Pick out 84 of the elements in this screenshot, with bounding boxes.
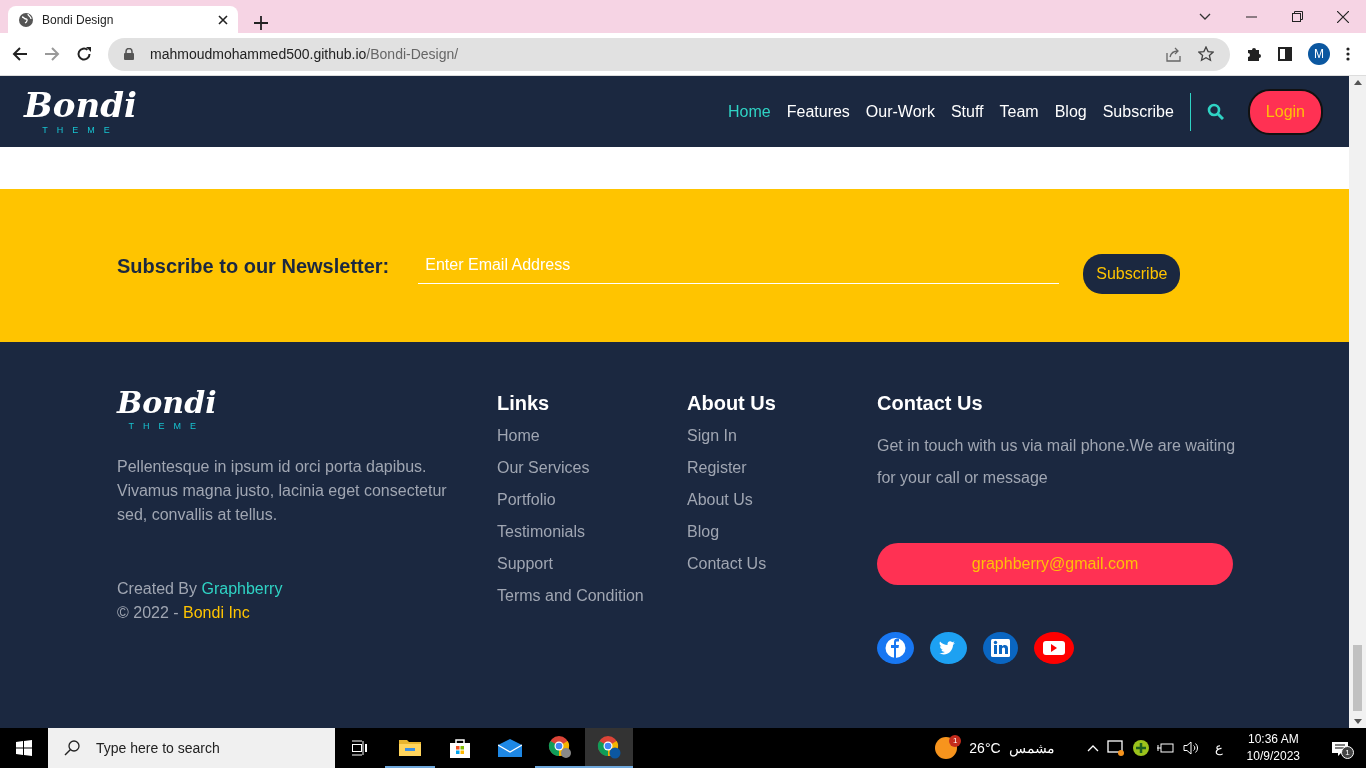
screen-icon[interactable] [1106, 740, 1125, 756]
chevron-up-icon[interactable] [1086, 744, 1099, 752]
credit-text: Created By [117, 579, 199, 599]
taskbar-search-field[interactable]: Type here to search [48, 728, 335, 768]
email-input-field[interactable]: Enter Email Address [418, 247, 1060, 284]
nav-link[interactable]: Our-Work [857, 99, 943, 124]
address-bar[interactable]: mahmoudmohammed500.github.io/Bondi-Design/ [108, 37, 1230, 71]
weather-icon[interactable] [935, 737, 958, 759]
footer-link[interactable]: Our Services [497, 452, 590, 484]
chrome-profile-icon[interactable] [597, 735, 621, 759]
tab-search-icon[interactable] [1199, 12, 1211, 21]
reload-icon[interactable] [76, 46, 92, 62]
scroll-thumb[interactable] [1353, 645, 1362, 711]
youtube-icon[interactable] [1034, 632, 1074, 664]
close-icon[interactable] [1337, 10, 1349, 23]
speaker-icon[interactable] [1182, 741, 1199, 755]
company-link[interactable]: Bondi Inc [183, 601, 250, 625]
footer-link[interactable]: Blog [687, 516, 720, 548]
restore-icon[interactable] [1291, 11, 1303, 22]
weather-badge: 1 [949, 735, 962, 747]
nav-link[interactable]: Features [778, 99, 858, 124]
footer-link[interactable]: About Us [687, 484, 753, 516]
column-heading: Links [497, 391, 551, 416]
menu-icon[interactable] [1346, 47, 1350, 61]
temperature[interactable]: 26°C [969, 737, 1001, 759]
linkedin-icon[interactable] [983, 632, 1018, 664]
task-view-icon[interactable] [351, 740, 369, 756]
nav-link[interactable]: Blog [1046, 99, 1095, 124]
column-heading: About Us [687, 391, 777, 416]
footer-link[interactable]: Portfolio [497, 484, 556, 516]
nav-link[interactable]: Home [720, 99, 779, 124]
footer-link[interactable]: Testimonials [497, 516, 586, 548]
clock-time[interactable]: 10:36 AM [1247, 731, 1299, 748]
browser-tab[interactable]: Bondi Design [8, 6, 238, 33]
nav-link[interactable]: Team [991, 99, 1047, 124]
puzzle-icon[interactable] [1246, 46, 1262, 62]
new-tab-icon[interactable] [254, 16, 268, 30]
subscribe-button[interactable]: Subscribe [1083, 253, 1181, 294]
url-text: mahmoudmohammed500.github.io/Bondi-Design/ [150, 44, 460, 64]
minimize-icon[interactable] [1245, 15, 1257, 18]
profile-avatar[interactable]: M [1308, 43, 1330, 65]
footer-link[interactable]: Contact Us [687, 548, 767, 580]
close-icon[interactable] [218, 14, 228, 25]
graphberry-link[interactable]: Graphberry [201, 577, 283, 601]
scroll-up-icon[interactable] [1353, 80, 1362, 85]
lock-icon [124, 48, 134, 60]
tab-title: Bondi Design [42, 11, 115, 29]
side-panel-icon[interactable] [1278, 47, 1292, 61]
column-heading: Contact Us [877, 391, 984, 416]
bondi-logo[interactable]: Bondi THEME [24, 88, 137, 135]
weather-label[interactable]: مشمس [1008, 737, 1055, 759]
plus-circle-icon[interactable] [1132, 740, 1149, 756]
footer-link[interactable]: Sign In [687, 420, 737, 452]
battery-icon[interactable] [1156, 742, 1175, 754]
scrollbar[interactable] [1349, 76, 1366, 728]
back-arrow-icon[interactable] [12, 46, 28, 62]
bondi-logo: Bondi THEME [117, 388, 217, 431]
footer-link[interactable]: Terms and Condition [497, 580, 644, 612]
globe-icon [18, 11, 34, 28]
twitter-icon[interactable] [930, 632, 967, 664]
notification-count: 1 [1341, 746, 1354, 759]
about-text: Pellentesque in ipsum id orci porta dapibus. Vivamus magna justo, lacinia eget consectetur sed, convallis at tellus. [117, 457, 448, 525]
forward-arrow-icon[interactable] [44, 46, 60, 62]
clock-date[interactable]: 10/9/2023 [1246, 748, 1300, 765]
facebook-icon[interactable] [877, 632, 914, 664]
footer-link[interactable]: Support [497, 548, 554, 580]
store-icon[interactable] [450, 738, 470, 758]
folder-icon[interactable] [399, 738, 421, 756]
search-icon [64, 740, 80, 756]
nav-link[interactable]: Stuff [942, 99, 992, 124]
mail-icon[interactable] [498, 739, 522, 757]
star-icon[interactable] [1198, 46, 1214, 62]
footer-link[interactable]: Register [687, 452, 747, 484]
language-indicator[interactable]: ع [1214, 738, 1223, 758]
search-icon[interactable] [1206, 103, 1224, 120]
newsletter-label: Subscribe to our Newsletter: [117, 253, 390, 279]
scroll-down-icon[interactable] [1353, 719, 1362, 724]
nav-link[interactable]: Subscribe [1094, 99, 1182, 124]
footer-link[interactable]: Home [497, 420, 540, 452]
windows-start-icon[interactable] [16, 740, 32, 756]
copyright-text: © 2022 - [117, 603, 180, 623]
chrome-icon[interactable] [548, 735, 572, 759]
share-icon[interactable] [1166, 46, 1182, 62]
contact-text: Get in touch with us via mail phone.We are waiting for your call or message [877, 436, 1237, 488]
